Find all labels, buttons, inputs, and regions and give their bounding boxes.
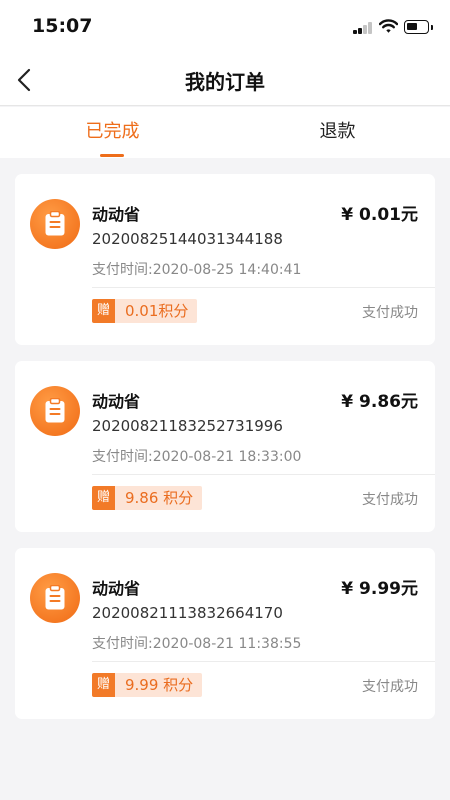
store-name: 动动省 [92,205,141,224]
points-text: 9.99 积分 [115,673,203,697]
order-card[interactable]: 动动省 ¥ 9.99元 20200821113832664170 支付时间:20… [15,548,435,719]
points-text: 0.01积分 [115,299,198,323]
divider [92,474,435,475]
points-text: 9.86 积分 [115,486,203,510]
pay-time: 支付时间:2020-08-21 18:33:00 [92,449,302,465]
order-card[interactable]: 动动省 ¥ 0.01元 20200825144031344188 支付时间:20… [15,174,435,345]
status-bar: 15:07 [0,0,450,54]
tab-active-indicator [100,154,124,157]
tab-refund[interactable]: 退款 [225,107,450,158]
clipboard-icon [30,199,80,249]
gift-tag: 赠 [92,299,115,323]
gift-tag: 赠 [92,673,115,697]
order-amount: ¥ 9.86元 [341,392,418,412]
pay-status: 支付成功 [362,305,418,321]
order-number: 20200821183252731996 [92,417,283,435]
status-time: 15:07 [32,15,93,37]
points-badge: 赠 9.99 积分 [92,673,203,697]
tab-completed[interactable]: 已完成 [0,107,225,158]
clipboard-icon [30,573,80,623]
store-name: 动动省 [92,392,141,411]
divider [92,287,435,288]
order-amount: ¥ 9.99元 [341,579,418,599]
order-tabs: 已完成 退款 [0,107,450,158]
pay-status: 支付成功 [362,492,418,508]
signal-icon [353,21,373,34]
store-name: 动动省 [92,579,141,598]
order-list: 动动省 ¥ 0.01元 20200825144031344188 支付时间:20… [15,174,435,735]
order-number: 20200825144031344188 [92,230,283,248]
gift-tag: 赠 [92,486,115,510]
order-card[interactable]: 动动省 ¥ 9.86元 20200821183252731996 支付时间:20… [15,361,435,532]
divider [92,661,435,662]
points-badge: 赠 0.01积分 [92,299,198,323]
clipboard-icon [30,386,80,436]
pay-time: 支付时间:2020-08-21 11:38:55 [92,636,302,652]
order-amount: ¥ 0.01元 [341,205,418,225]
battery-icon [404,20,433,34]
wifi-icon [379,19,398,33]
pay-time: 支付时间:2020-08-25 14:40:41 [92,262,302,278]
order-number: 20200821113832664170 [92,604,283,622]
page-title: 我的订单 [185,70,265,94]
points-badge: 赠 9.86 积分 [92,486,203,510]
nav-bar: 我的订单 [0,54,450,106]
pay-status: 支付成功 [362,679,418,695]
